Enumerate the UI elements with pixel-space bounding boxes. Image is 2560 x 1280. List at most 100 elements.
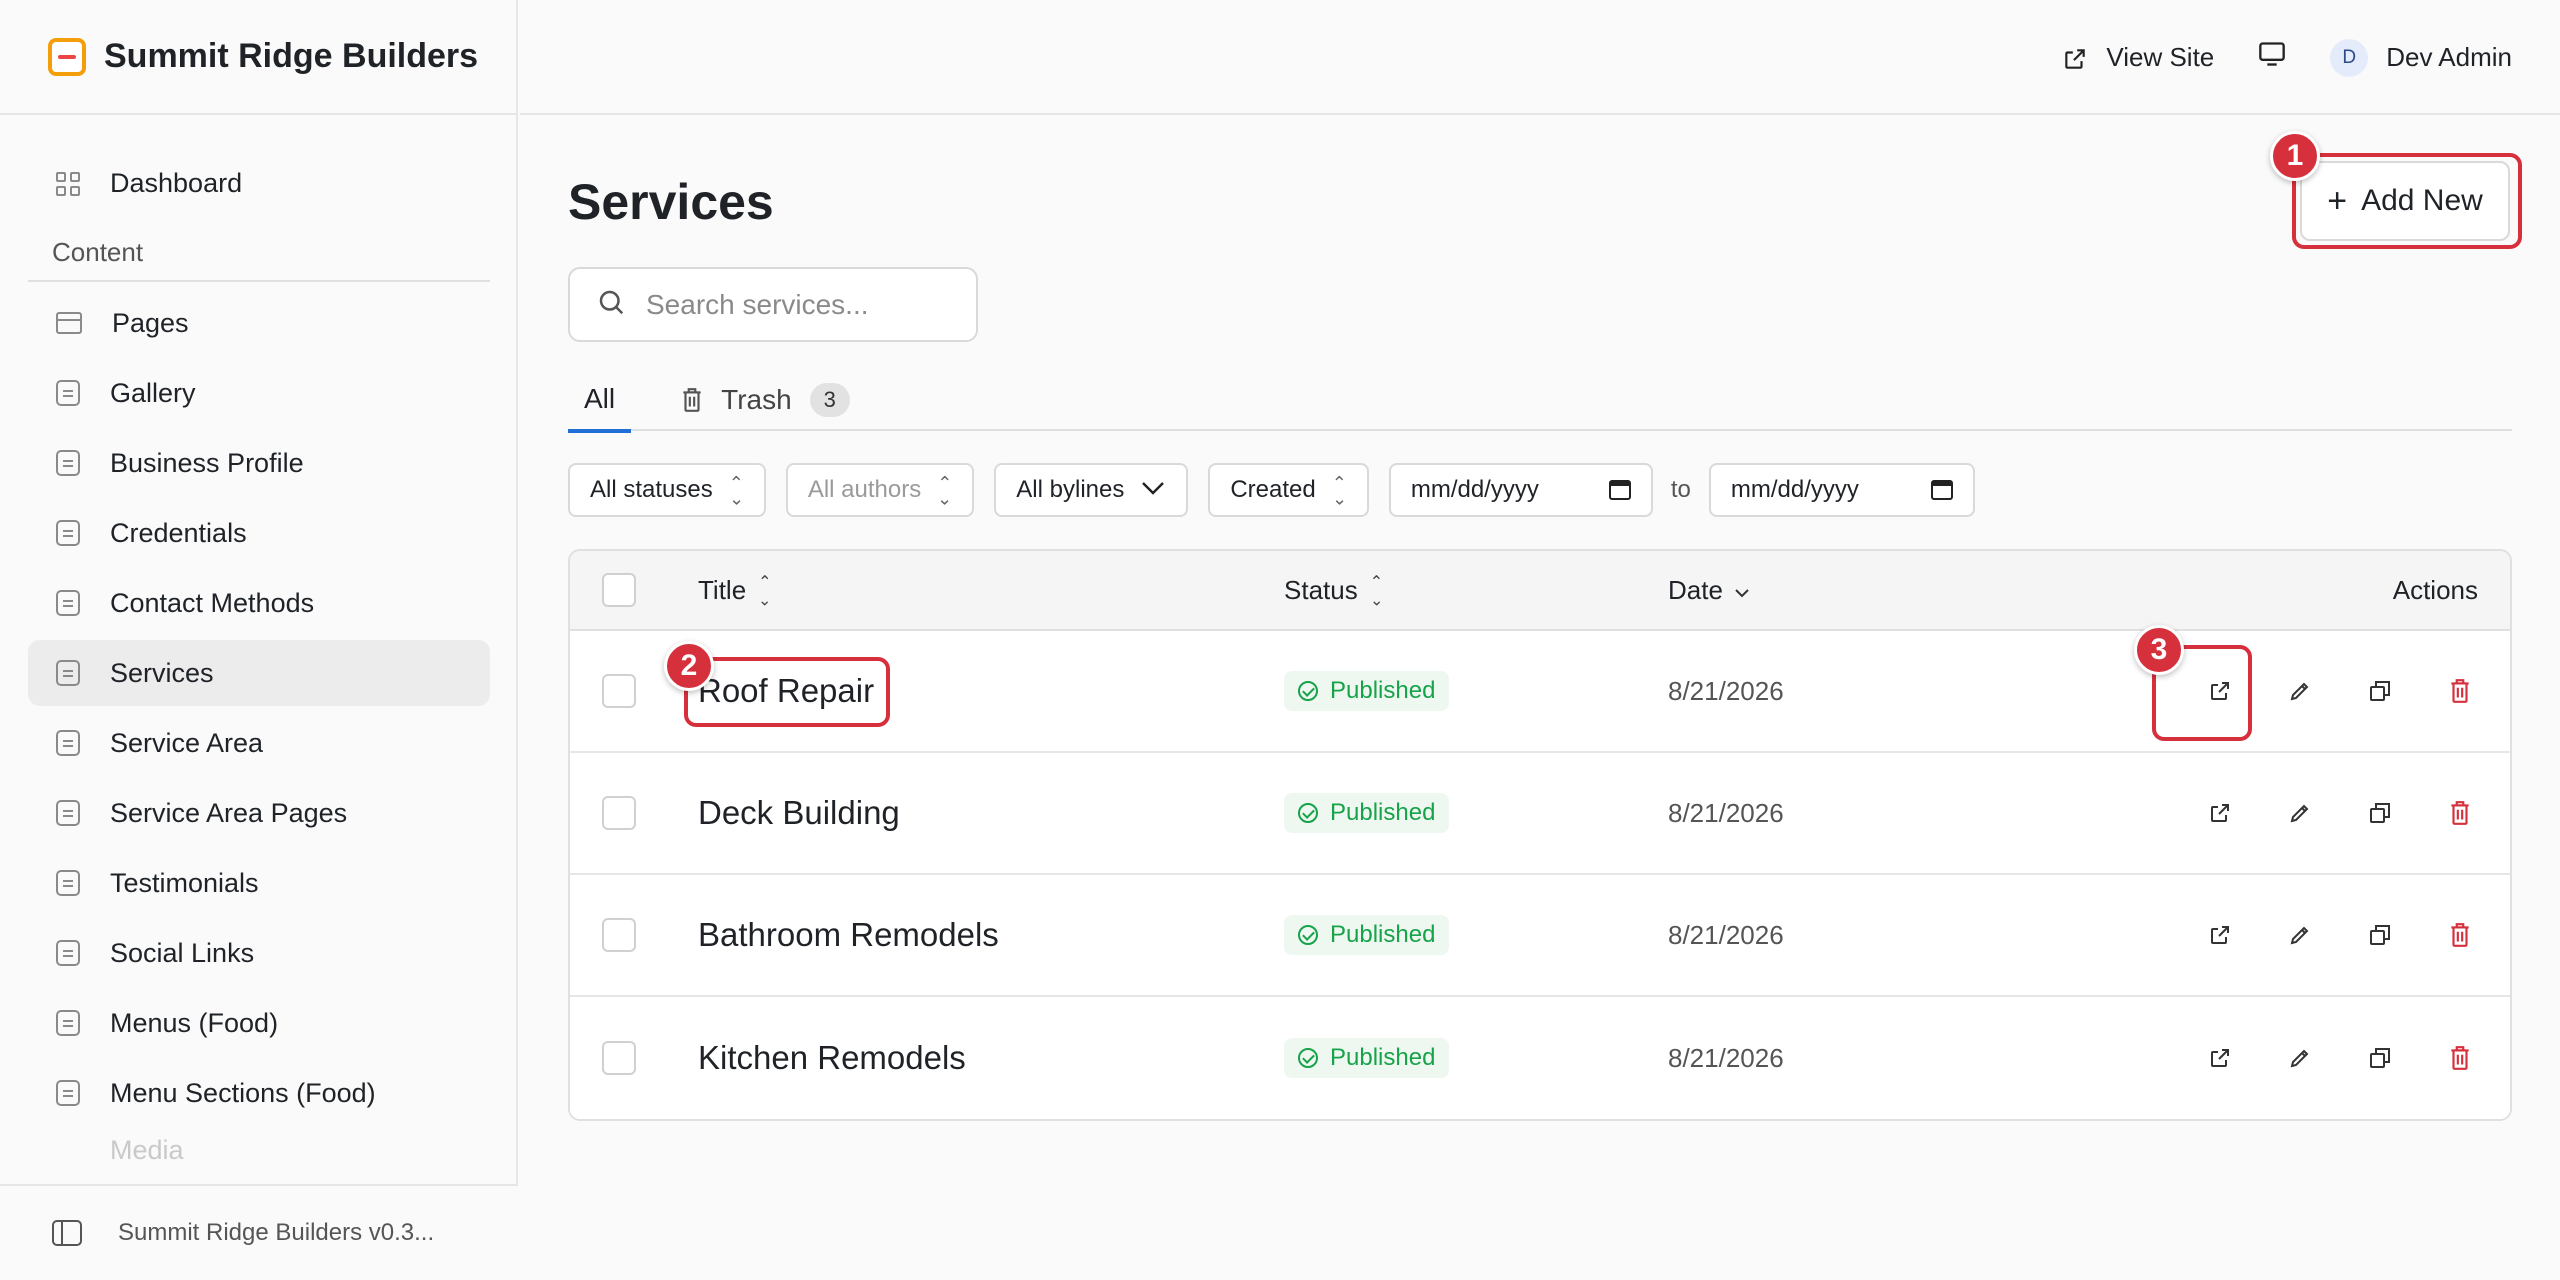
tabs: All Trash 3 [568, 369, 2512, 433]
main-content: Services + Add New All Trash 3 All statu… [520, 117, 2560, 1280]
delete-button[interactable] [2442, 673, 2478, 709]
created-sort-select[interactable]: Created ⌃ ⌃ [1208, 463, 1369, 517]
sidebar-toggle-icon[interactable] [52, 1220, 82, 1246]
duplicate-button[interactable] [2362, 1040, 2398, 1076]
edit-button[interactable] [2282, 1040, 2318, 1076]
check-circle-icon [1298, 1048, 1318, 1068]
author-filter-value: All authors [807, 476, 922, 503]
view-button[interactable] [2202, 917, 2238, 953]
sidebar-item-label: Testimonials [110, 867, 259, 898]
sidebar-item-social-links[interactable]: Social Links [28, 920, 490, 986]
date-from-input[interactable]: mm/dd/yyyy [1388, 463, 1653, 517]
sidebar-item-label: Service Area [110, 727, 264, 758]
trash-icon [2451, 679, 2469, 703]
select-all-checkbox[interactable] [602, 573, 636, 607]
sidebar-item-service-area-pages[interactable]: Service Area Pages [28, 780, 490, 846]
duplicate-button[interactable] [2362, 917, 2398, 953]
date-to-input[interactable]: mm/dd/yyyy [1708, 463, 1975, 517]
sidebar-item-label: Dashboard [110, 167, 243, 198]
sidebar-item-menu-sections-food[interactable]: Menu Sections (Food) [28, 1060, 490, 1126]
annotation-marker-1: 1 [2270, 131, 2320, 181]
tab-trash-label: Trash [721, 384, 792, 415]
sidebar-item-label: Pages [112, 307, 189, 338]
delete-button[interactable] [2442, 1040, 2478, 1076]
trash-count-badge: 3 [809, 383, 850, 417]
document-icon [56, 660, 80, 686]
sidebar-item-menus-food[interactable]: Menus (Food) [28, 990, 490, 1056]
pencil-icon [2290, 804, 2309, 823]
external-link-icon [2211, 682, 2229, 700]
status-label: Published [1330, 799, 1436, 826]
sidebar-item-label: Contact Methods [110, 587, 315, 618]
row-title-link[interactable]: Kitchen Remodels [698, 1039, 966, 1077]
trash-icon [681, 387, 703, 413]
column-header-date[interactable]: Date [1668, 551, 1751, 629]
sidebar-item-credentials[interactable]: Credentials [28, 500, 490, 566]
edit-button[interactable] [2282, 917, 2318, 953]
table-row[interactable]: Deck Building Published 8/21/2026 [570, 753, 2510, 875]
sidebar-item-testimonials[interactable]: Testimonials [28, 850, 490, 916]
view-button[interactable] [2202, 673, 2238, 709]
edit-button[interactable] [2282, 795, 2318, 831]
sidebar-item-dashboard[interactable]: Dashboard [28, 150, 490, 216]
row-checkbox[interactable] [602, 918, 636, 952]
topbar: View Site D Dev Admin [520, 0, 2560, 115]
view-site-link[interactable]: View Site [2062, 42, 2214, 73]
byline-filter-select[interactable]: All bylines [994, 463, 1189, 517]
delete-button[interactable] [2442, 795, 2478, 831]
duplicate-button[interactable] [2362, 795, 2398, 831]
date-from-value: mm/dd/yyyy [1410, 476, 1539, 503]
sort-updown-icon: ⌃ ⌃ [1331, 472, 1347, 508]
sidebar: Summit Ridge Builders Dashboard Content … [0, 0, 518, 1280]
document-icon [56, 800, 80, 826]
pencil-icon [2290, 1049, 2309, 1068]
tab-all[interactable]: All [568, 369, 632, 433]
column-header-label: Status [1284, 574, 1358, 605]
duplicate-button[interactable] [2362, 673, 2398, 709]
column-header-status[interactable]: Status ⌃ ⌃ [1284, 551, 1383, 629]
calendar-icon[interactable] [1930, 480, 1953, 500]
table-row[interactable]: Kitchen Remodels Published 8/21/2026 [570, 997, 2510, 1119]
row-checkbox[interactable] [602, 1041, 636, 1075]
row-title-link[interactable]: Bathroom Remodels [698, 916, 999, 954]
search-box [568, 267, 978, 342]
row-title-link[interactable]: Roof Repair [698, 672, 874, 710]
author-filter-select[interactable]: All authors ⌃ ⌃ [785, 463, 975, 517]
sidebar-item-pages[interactable]: Pages [28, 290, 490, 356]
sidebar-item-contact-methods[interactable]: Contact Methods [28, 570, 490, 636]
monitor-icon[interactable] [2258, 41, 2286, 74]
copy-icon [2370, 681, 2390, 701]
filter-bar: All statuses ⌃ ⌃ All authors ⌃ ⌃ All bylin… [568, 463, 1975, 517]
calendar-icon[interactable] [1608, 480, 1631, 500]
sidebar-item-service-area[interactable]: Service Area [28, 710, 490, 776]
sidebar-item-media[interactable]: Media [28, 1130, 490, 1170]
table-row[interactable]: Roof Repair Published 8/21/2026 [570, 631, 2510, 753]
tab-trash[interactable]: Trash 3 [665, 369, 866, 431]
sidebar-item-services[interactable]: Services [28, 640, 490, 706]
sort-updown-icon: ⌃ ⌃ [937, 472, 953, 508]
column-header-title[interactable]: Title ⌃ ⌃ [698, 551, 772, 629]
sort-updown-icon: ⌃ ⌃ [1369, 573, 1384, 607]
view-button[interactable] [2202, 795, 2238, 831]
add-new-button[interactable]: + Add New [2300, 161, 2510, 241]
row-title-link[interactable]: Deck Building [698, 794, 900, 832]
view-button[interactable] [2202, 1040, 2238, 1076]
external-link-icon [2062, 46, 2086, 70]
user-name: Dev Admin [2386, 42, 2512, 72]
delete-button[interactable] [2442, 917, 2478, 953]
row-checkbox[interactable] [602, 674, 636, 708]
document-icon [56, 380, 80, 406]
edit-button[interactable] [2282, 673, 2318, 709]
row-checkbox[interactable] [602, 796, 636, 830]
sidebar-item-gallery[interactable]: Gallery [28, 360, 490, 426]
external-link-icon [2211, 926, 2229, 944]
status-badge: Published [1284, 793, 1450, 833]
brand[interactable]: Summit Ridge Builders [0, 0, 518, 115]
check-circle-icon [1298, 681, 1318, 701]
search-input[interactable] [646, 288, 946, 321]
table-row[interactable]: Bathroom Remodels Published 8/21/2026 [570, 875, 2510, 997]
sidebar-item-business-profile[interactable]: Business Profile [28, 430, 490, 496]
status-filter-select[interactable]: All statuses ⌃ ⌃ [568, 463, 766, 517]
user-menu[interactable]: D Dev Admin [2330, 38, 2512, 77]
column-header-label: Date [1668, 574, 1723, 605]
